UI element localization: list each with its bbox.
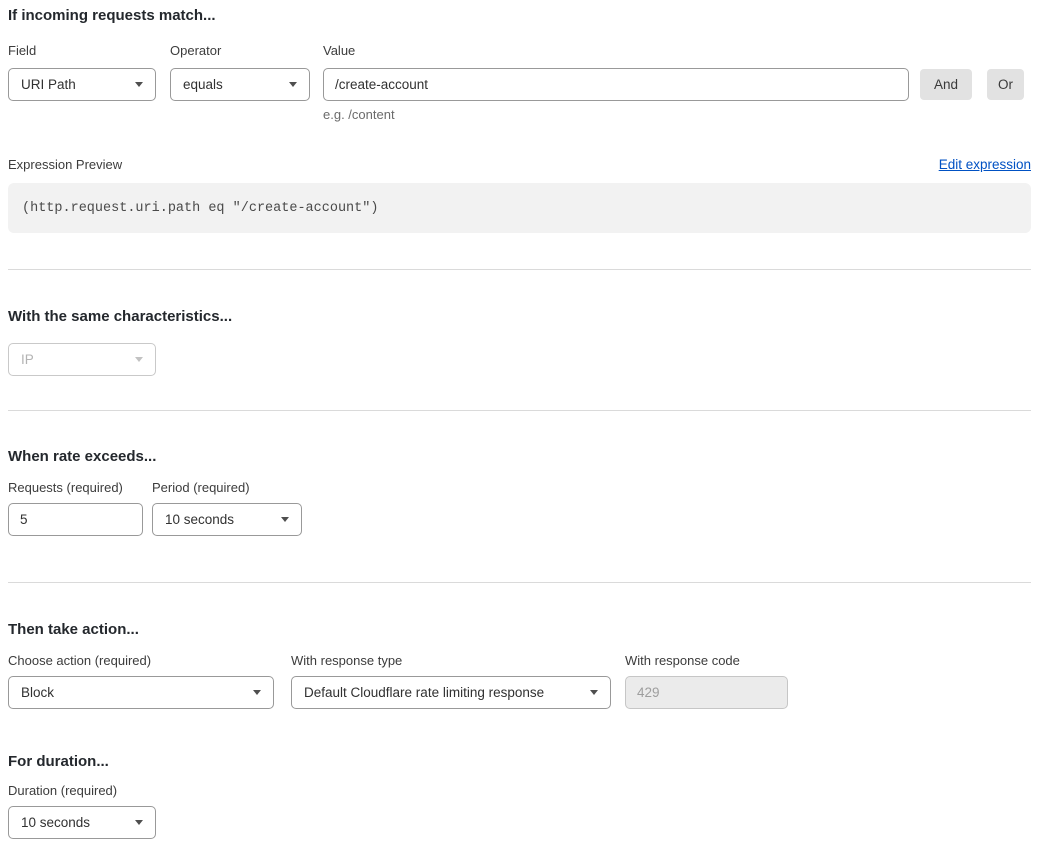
response-code-input xyxy=(625,676,788,709)
response-type-select[interactable]: Default Cloudflare rate limiting respons… xyxy=(291,676,611,709)
field-select[interactable]: URI Path xyxy=(8,68,156,101)
match-fields-row: Field URI Path Operator equals Value e.g… xyxy=(8,43,1031,123)
chevron-down-icon xyxy=(135,82,143,87)
operator-label: Operator xyxy=(170,43,310,58)
duration-label: Duration (required) xyxy=(8,783,156,798)
response-type-group: With response type Default Cloudflare ra… xyxy=(291,653,611,709)
value-label: Value xyxy=(323,43,909,58)
section-heading-duration: For duration... xyxy=(8,752,1031,772)
value-input[interactable] xyxy=(323,68,909,101)
section-heading-rate: When rate exceeds... xyxy=(8,447,1031,467)
response-type-select-value: Default Cloudflare rate limiting respons… xyxy=(304,685,544,700)
chevron-down-icon xyxy=(281,517,289,522)
section-divider xyxy=(8,269,1031,270)
operator-group: Operator equals xyxy=(170,43,310,101)
field-label: Field xyxy=(8,43,156,58)
choose-action-group: Choose action (required) Block xyxy=(8,653,274,709)
choose-action-select[interactable]: Block xyxy=(8,676,274,709)
expression-preview-header: Expression Preview Edit expression xyxy=(8,156,1031,173)
response-code-group: With response code xyxy=(625,653,788,709)
chevron-down-icon xyxy=(289,82,297,87)
section-heading-match: If incoming requests match... xyxy=(8,6,1031,26)
or-button[interactable]: Or xyxy=(987,69,1024,100)
operator-select-value: equals xyxy=(183,77,223,92)
period-select[interactable]: 10 seconds xyxy=(152,503,302,536)
choose-action-label: Choose action (required) xyxy=(8,653,274,668)
field-group: Field URI Path xyxy=(8,43,156,101)
rate-limiting-rule-form: If incoming requests match... Field URI … xyxy=(0,0,1048,839)
choose-action-select-value: Block xyxy=(21,685,54,700)
and-button[interactable]: And xyxy=(920,69,972,100)
characteristic-select-value: IP xyxy=(21,352,34,367)
response-type-label: With response type xyxy=(291,653,611,668)
field-select-value: URI Path xyxy=(21,77,76,92)
requests-group: Requests (required) xyxy=(8,480,143,536)
value-group: Value e.g. /content xyxy=(323,43,909,123)
section-divider xyxy=(8,582,1031,583)
response-code-label: With response code xyxy=(625,653,788,668)
chevron-down-icon xyxy=(135,820,143,825)
requests-label: Requests (required) xyxy=(8,480,143,495)
section-heading-action: Then take action... xyxy=(8,620,1031,640)
period-select-value: 10 seconds xyxy=(165,512,234,527)
section-divider xyxy=(8,410,1031,411)
requests-input[interactable] xyxy=(8,503,143,536)
duration-group: Duration (required) 10 seconds xyxy=(8,783,156,839)
value-helper-text: e.g. /content xyxy=(323,107,909,123)
action-fields-row: Choose action (required) Block With resp… xyxy=(8,653,1031,709)
edit-expression-link[interactable]: Edit expression xyxy=(939,157,1031,172)
chevron-down-icon xyxy=(135,357,143,362)
operator-select[interactable]: equals xyxy=(170,68,310,101)
chevron-down-icon xyxy=(590,690,598,695)
duration-select-value: 10 seconds xyxy=(21,815,90,830)
duration-select[interactable]: 10 seconds xyxy=(8,806,156,839)
rate-fields-row: Requests (required) Period (required) 10… xyxy=(8,480,1031,536)
expression-preview-code: (http.request.uri.path eq "/create-accou… xyxy=(8,183,1031,233)
section-heading-characteristics: With the same characteristics... xyxy=(8,307,1031,327)
expression-preview-label: Expression Preview xyxy=(8,156,122,173)
period-group: Period (required) 10 seconds xyxy=(152,480,302,536)
chevron-down-icon xyxy=(253,690,261,695)
period-label: Period (required) xyxy=(152,480,302,495)
characteristic-select: IP xyxy=(8,343,156,376)
